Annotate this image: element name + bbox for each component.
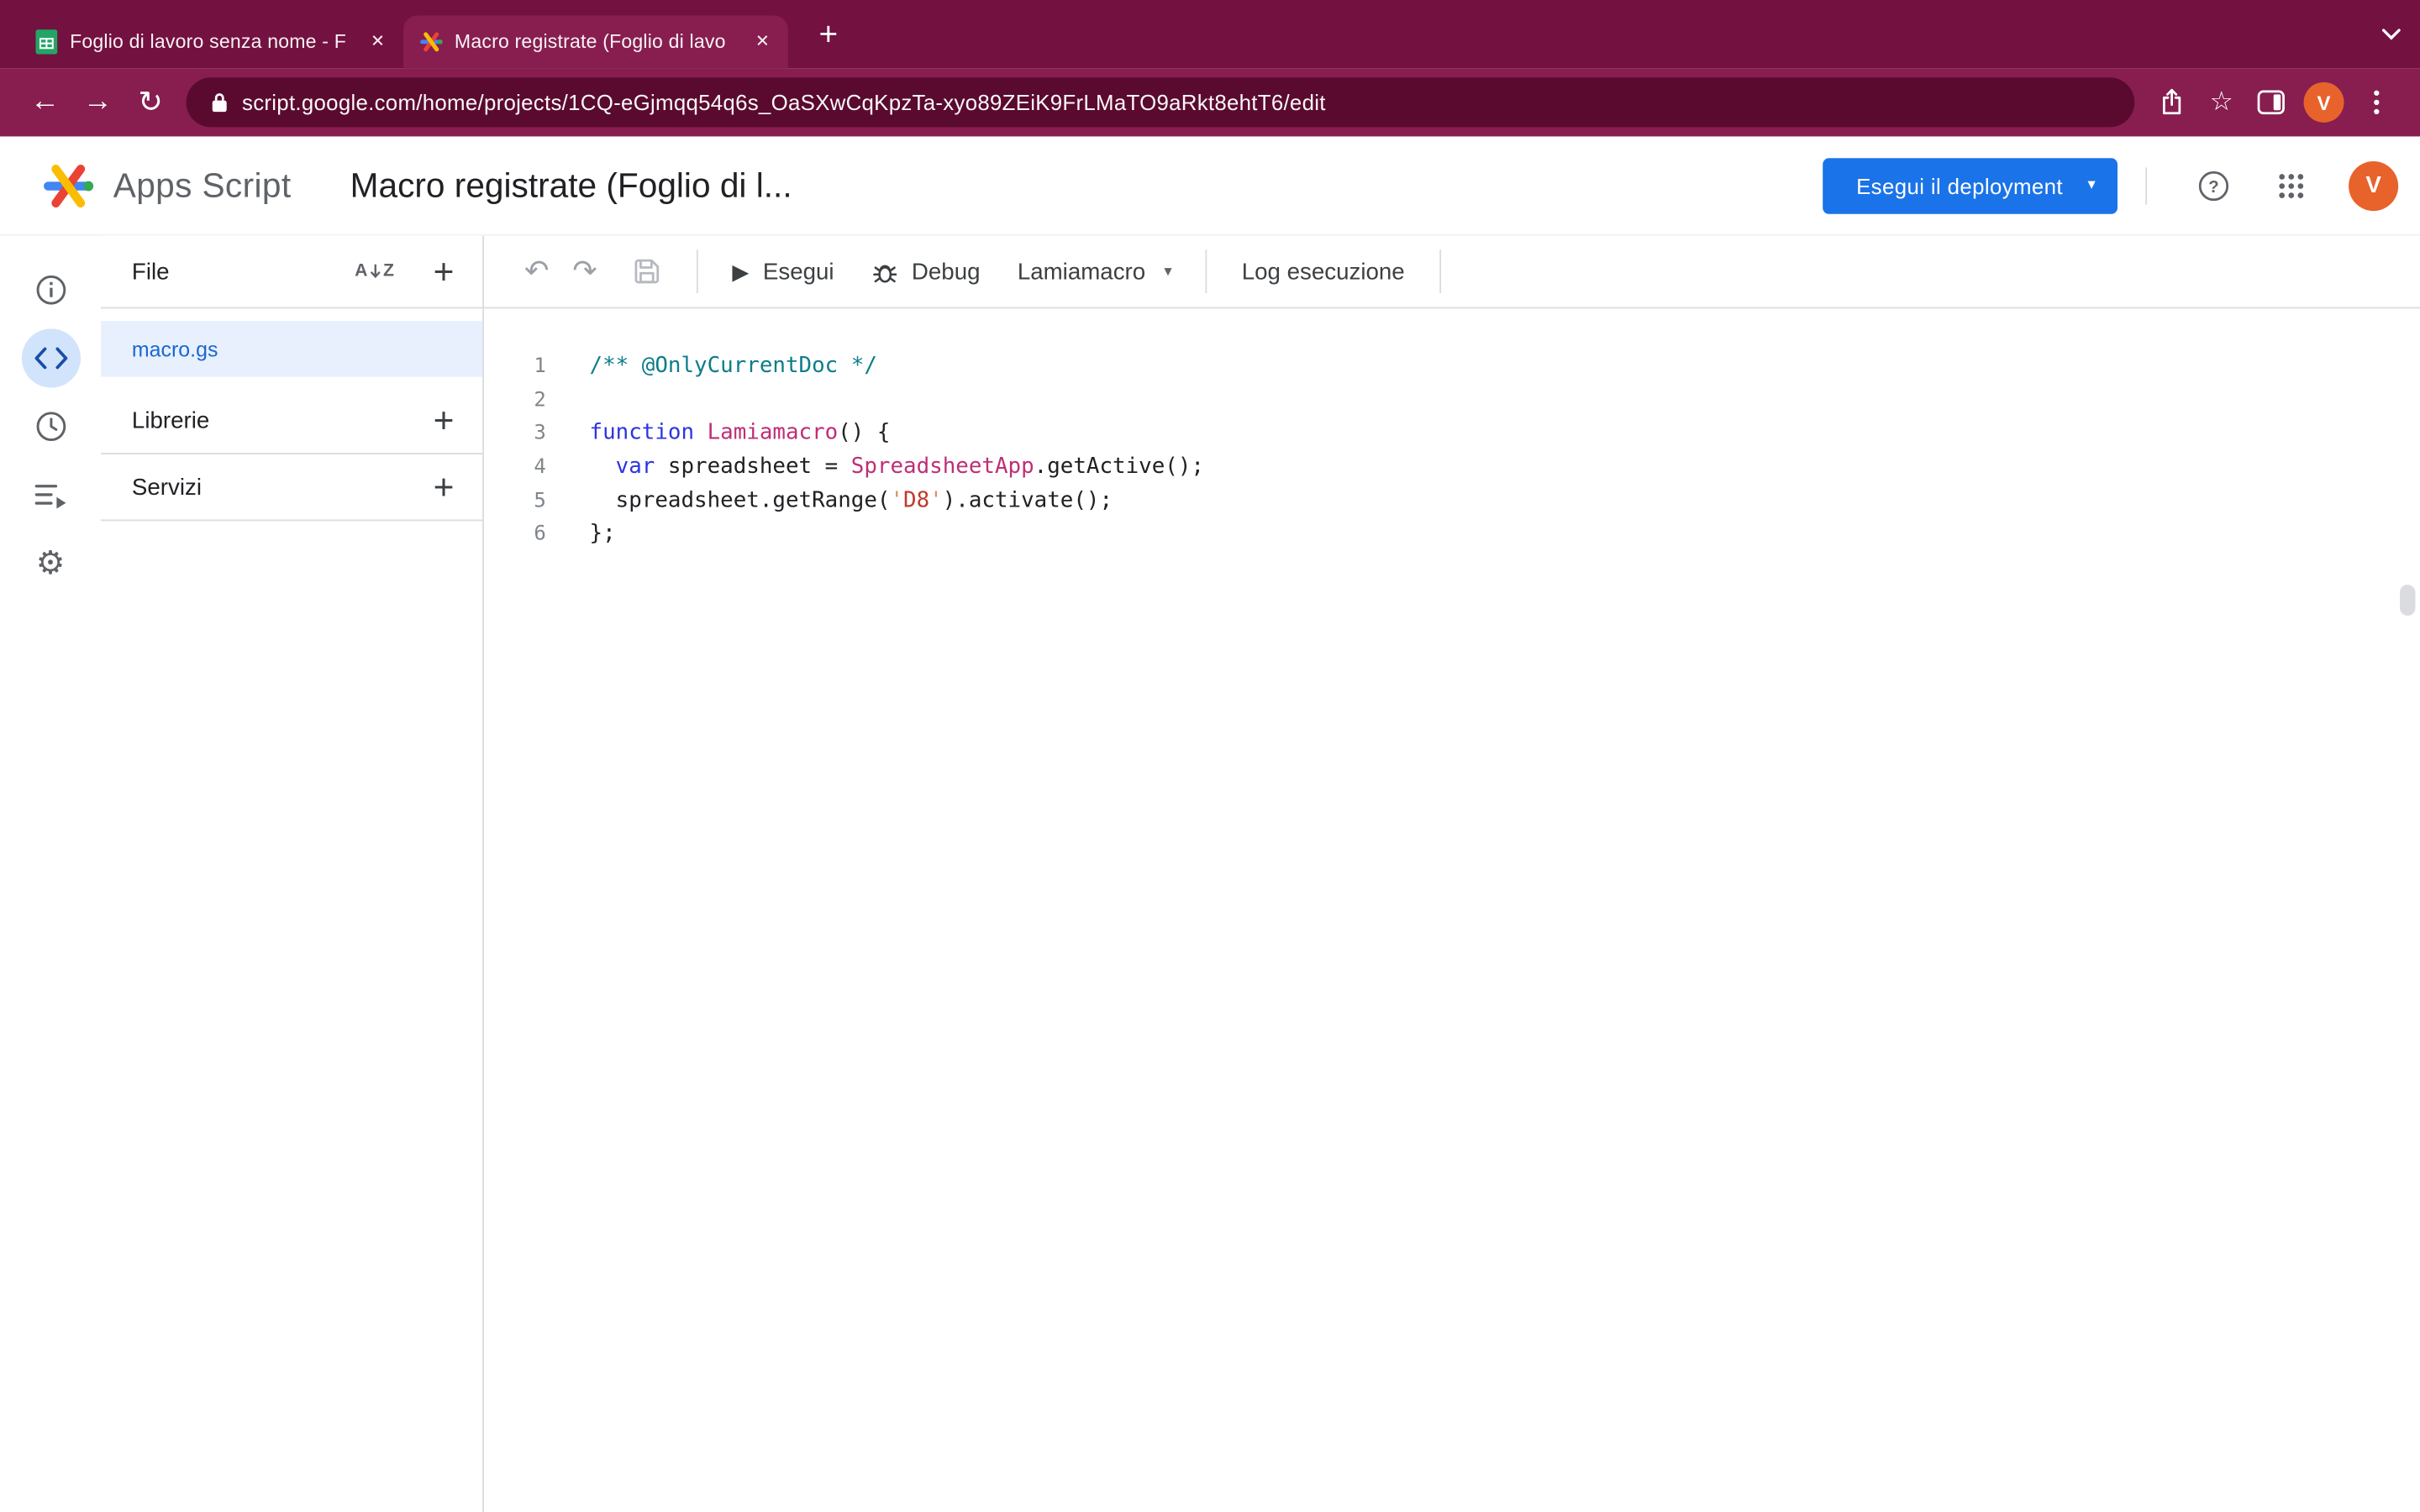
code-line[interactable]: 1/** @OnlyCurrentDoc */ <box>484 350 2420 384</box>
line-number: 1 <box>484 350 546 384</box>
files-panel: File A Z + macro.gs Librerie + Servizi + <box>101 236 484 1512</box>
libraries-section: Librerie + <box>101 388 482 454</box>
editor-scrollbar[interactable] <box>2400 585 2415 616</box>
code-text: var spreadsheet = SpreadsheetApp.getActi… <box>546 451 1204 485</box>
code-line[interactable]: 5 spreadsheet.getRange('D8').activate(); <box>484 485 2420 518</box>
editor-toolbar: ↶ ↷ ▶ Esegui Debug Lamiamacro <box>484 236 2420 309</box>
lock-icon <box>211 92 228 113</box>
url-bar[interactable]: script.google.com/home/projects/1CQ-eGjm… <box>187 77 2135 127</box>
code-line[interactable]: 4 var spreadsheet = SpreadsheetApp.getAc… <box>484 451 2420 485</box>
app-header: Apps Script Macro registrate (Foglio di … <box>0 136 2420 235</box>
tab-close-icon[interactable]: ✕ <box>365 29 391 55</box>
forward-button[interactable]: → <box>71 76 124 129</box>
editor-code-icon[interactable] <box>21 328 80 387</box>
sort-files-icon[interactable]: A Z <box>355 262 394 281</box>
line-number: 2 <box>484 384 546 417</box>
execution-log-label: Log esecuzione <box>1242 258 1405 284</box>
project-title[interactable]: Macro registrate (Foglio di l... <box>350 165 792 206</box>
redo-icon[interactable]: ↷ <box>566 254 603 289</box>
browser-tab-strip: Foglio di lavoro senza nome - F ✕ Macro … <box>0 0 2420 68</box>
line-number: 3 <box>484 417 546 451</box>
macro-selector-label: Lamiamacro <box>1018 258 1145 284</box>
run-button[interactable]: ▶ Esegui <box>713 244 853 299</box>
toolbar-divider <box>1206 249 1207 293</box>
line-number: 4 <box>484 451 546 485</box>
code-line[interactable]: 2 <box>484 384 2420 417</box>
deploy-button-label: Esegui il deployment <box>1856 173 2063 198</box>
services-section: Servizi + <box>101 454 482 521</box>
file-item-macro-gs[interactable]: macro.gs <box>101 321 482 376</box>
code-line[interactable]: 6}; <box>484 518 2420 552</box>
left-nav-rail: ⚙ <box>0 236 101 1512</box>
svg-text:?: ? <box>2208 177 2218 196</box>
share-icon[interactable] <box>2147 77 2196 127</box>
section-label: Servizi <box>132 474 425 500</box>
debug-bug-icon <box>871 258 897 284</box>
executions-list-icon[interactable] <box>21 465 80 524</box>
tab-close-icon[interactable]: ✕ <box>750 29 776 55</box>
code-text: /** @OnlyCurrentDoc */ <box>546 350 877 384</box>
code-text: spreadsheet.getRange('D8').activate(); <box>546 485 1113 518</box>
toolbar-divider <box>697 249 698 293</box>
apps-script-logo-icon <box>40 162 96 208</box>
deploy-caret-icon: ▾ <box>2087 176 2096 193</box>
code-text: function Lamiamacro() { <box>546 417 891 451</box>
add-file-button[interactable]: + <box>425 253 462 290</box>
browser-tab-sheets[interactable]: Foglio di lavoro senza nome - F ✕ <box>18 15 403 68</box>
section-label: Librerie <box>132 407 425 433</box>
main-content: ⚙ File A Z + macro.gs Librerie + <box>0 236 2420 1512</box>
macro-selector-dropdown[interactable]: Lamiamacro ▾ <box>999 244 1191 299</box>
new-tab-button[interactable]: + <box>807 14 850 58</box>
add-service-button[interactable]: + <box>425 469 462 506</box>
files-panel-header: File A Z + <box>101 236 482 309</box>
back-button[interactable]: ← <box>18 76 71 129</box>
run-label: Esegui <box>763 258 834 284</box>
line-number: 6 <box>484 518 546 552</box>
save-icon[interactable] <box>629 257 666 285</box>
undo-icon[interactable]: ↶ <box>518 254 555 289</box>
help-icon[interactable]: ? <box>2192 164 2236 207</box>
settings-gear-icon[interactable]: ⚙ <box>21 533 80 592</box>
apps-script-favicon-icon <box>418 29 444 55</box>
debug-button[interactable]: Debug <box>853 244 999 299</box>
brand-name[interactable]: Apps Script <box>113 165 292 206</box>
execution-log-button[interactable]: Log esecuzione <box>1223 244 1423 299</box>
sort-z: Z <box>383 262 394 281</box>
gear-glyph: ⚙ <box>36 547 66 580</box>
tab-title: Macro registrate (Foglio di lavo <box>455 31 739 53</box>
dropdown-caret-icon: ▾ <box>1164 263 1171 280</box>
tab-search-chevron-icon[interactable] <box>2381 22 2402 50</box>
sort-a: A <box>355 262 367 281</box>
browser-tab-apps-script[interactable]: Macro registrate (Foglio di lavo ✕ <box>403 15 788 68</box>
debug-label: Debug <box>912 258 981 284</box>
code-text: }; <box>546 518 616 552</box>
browser-address-bar: ← → ↻ script.google.com/home/projects/1C… <box>0 68 2420 136</box>
files-panel-title: File <box>132 258 355 284</box>
url-text: script.google.com/home/projects/1CQ-eGjm… <box>242 90 1326 115</box>
overview-info-icon[interactable] <box>21 260 80 319</box>
editor-pane: ↶ ↷ ▶ Esegui Debug Lamiamacro <box>484 236 2420 1512</box>
triggers-clock-icon[interactable] <box>21 397 80 456</box>
header-divider <box>2145 166 2147 203</box>
code-lines: 1/** @OnlyCurrentDoc */23function Lamiam… <box>484 350 2420 552</box>
screen: Foglio di lavoro senza nome - F ✕ Macro … <box>0 0 2420 1512</box>
browser-profile-avatar[interactable]: V <box>2304 82 2344 123</box>
line-number: 5 <box>484 485 546 518</box>
browser-menu-icon[interactable] <box>2352 77 2402 127</box>
reload-button[interactable]: ↻ <box>124 76 177 129</box>
account-avatar[interactable]: V <box>2349 160 2398 210</box>
add-library-button[interactable]: + <box>425 402 462 438</box>
google-sheets-favicon-icon <box>34 29 60 55</box>
tab-title: Foglio di lavoro senza nome - F <box>70 31 354 53</box>
code-text <box>546 384 590 417</box>
bookmark-star-icon[interactable]: ☆ <box>2196 77 2246 127</box>
google-apps-grid-icon[interactable] <box>2270 164 2313 207</box>
file-name: macro.gs <box>132 338 218 361</box>
code-line[interactable]: 3function Lamiamacro() { <box>484 417 2420 451</box>
toolbar-divider <box>1439 249 1440 293</box>
code-editor[interactable]: 1/** @OnlyCurrentDoc */23function Lamiam… <box>484 308 2420 1512</box>
side-panel-icon[interactable] <box>2246 77 2296 127</box>
run-play-icon: ▶ <box>732 258 749 284</box>
deploy-button[interactable]: Esegui il deployment ▾ <box>1822 157 2118 213</box>
